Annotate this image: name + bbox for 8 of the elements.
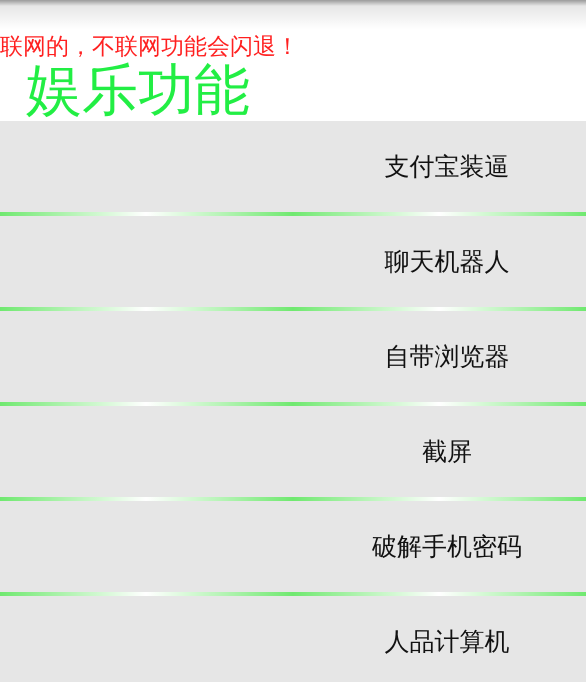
menu-item[interactable]: 破解手机密码 — [0, 501, 586, 592]
menu-item[interactable]: 聊天机器人 — [0, 216, 586, 307]
menu-item[interactable]: 自带浏览器 — [0, 311, 586, 402]
menu-item[interactable]: 人品计算机 — [0, 596, 586, 682]
menu-item[interactable]: 支付宝装逼 — [0, 121, 586, 212]
warning-text: 联网的，不联网功能会闪退！ — [0, 33, 299, 61]
section-title: 娱乐功能 — [26, 61, 250, 121]
menu-item[interactable]: 截屏 — [0, 406, 586, 497]
